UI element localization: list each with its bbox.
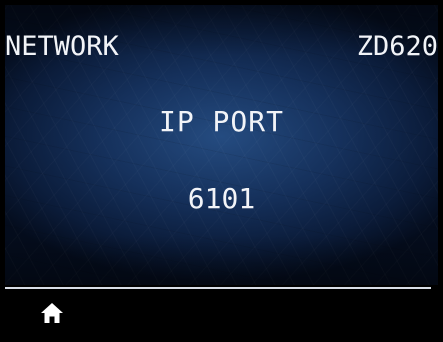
- menu-title: NETWORK: [5, 31, 119, 62]
- setting-value: 6101: [187, 182, 256, 215]
- setting-label: IP PORT: [158, 105, 284, 138]
- printer-display: NETWORK ZD620 IP PORT 6101: [0, 0, 443, 342]
- divider: [5, 287, 431, 289]
- home-button[interactable]: [40, 302, 64, 324]
- home-icon: [41, 303, 63, 323]
- printer-model: ZD620: [356, 31, 438, 62]
